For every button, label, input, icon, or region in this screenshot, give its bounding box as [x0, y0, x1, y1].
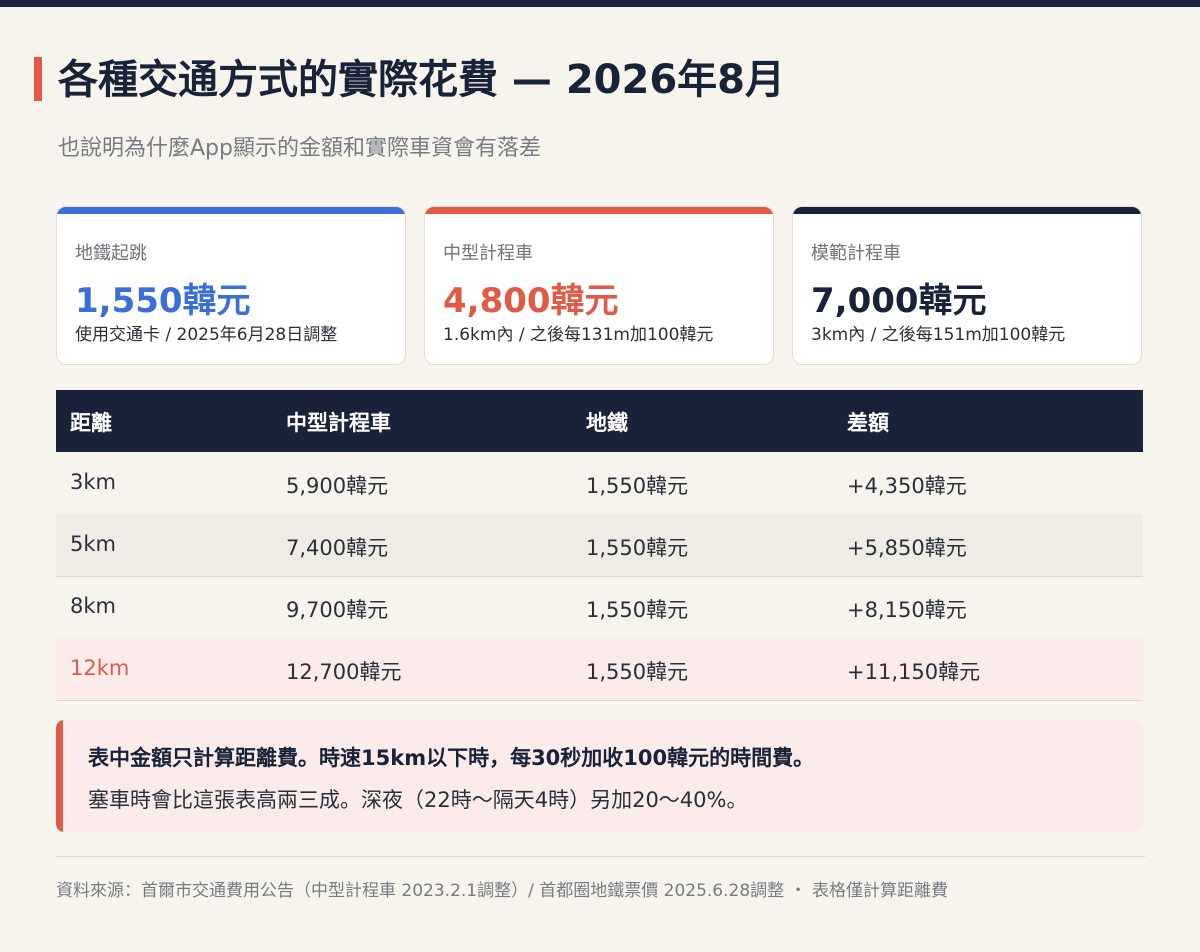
card-note: 1.6km內 / 之後每131m加100韓元: [443, 325, 714, 345]
card-deluxe-taxi: 模範計程車 7,000韓元 3km內 / 之後每151m加100韓元: [792, 206, 1142, 365]
header-subway: 地鐵: [586, 411, 628, 435]
card-accent-bar: [425, 207, 773, 214]
page-title: 各種交通方式的實際花費 — 2026年8月: [58, 57, 786, 103]
card-label: 地鐵起跳: [75, 243, 147, 264]
card-mid-taxi: 中型計程車 4,800韓元 1.6km內 / 之後每131m加100韓元: [424, 206, 774, 365]
card-accent-bar: [57, 207, 405, 214]
cell-difference: +11,150韓元: [847, 660, 981, 684]
header-mid-taxi: 中型計程車: [286, 411, 391, 435]
page-subtitle: 也說明為什麼App顯示的金額和實際車資會有落差: [58, 136, 541, 161]
card-note: 使用交通卡 / 2025年6月28日調整: [75, 325, 338, 345]
cell-mid-taxi: 9,700韓元: [286, 598, 389, 622]
note-callout: 表中金額只計算距離費。時速15km以下時，每30秒加收100韓元的時間費。 塞車…: [56, 720, 1143, 832]
cell-subway: 1,550韓元: [586, 474, 689, 498]
card-value: 4,800韓元: [443, 281, 619, 321]
card-accent-bar: [793, 207, 1141, 214]
card-subway: 地鐵起跳 1,550韓元 使用交通卡 / 2025年6月28日調整: [56, 206, 406, 365]
note-accent-bar: [56, 720, 63, 832]
header-distance: 距離: [70, 411, 112, 435]
table-header-row: 距離 中型計程車 地鐵 差額: [56, 390, 1143, 452]
cell-distance: 8km: [70, 594, 116, 618]
cell-subway: 1,550韓元: [586, 598, 689, 622]
cell-subway: 1,550韓元: [586, 536, 689, 560]
cell-distance: 5km: [70, 532, 116, 556]
table-row: 5km 7,400韓元 1,550韓元 +5,850韓元: [56, 514, 1143, 577]
top-bar: [0, 0, 1200, 7]
fare-cards: 地鐵起跳 1,550韓元 使用交通卡 / 2025年6月28日調整 中型計程車 …: [56, 206, 1144, 366]
cell-distance: 3km: [70, 470, 116, 494]
card-value: 1,550韓元: [75, 281, 251, 321]
source-footer: 資料來源：首爾市交通費用公告（中型計程車 2023.2.1調整）/ 首都圈地鐵票…: [56, 881, 948, 901]
cell-mid-taxi: 5,900韓元: [286, 474, 389, 498]
card-value: 7,000韓元: [811, 281, 987, 321]
footer-divider: [56, 856, 1145, 857]
cell-difference: +8,150韓元: [847, 598, 967, 622]
cell-mid-taxi: 7,400韓元: [286, 536, 389, 560]
note-line-2: 塞車時會比這張表高兩三成。深夜（22時～隔天4時）另加20～40%。: [88, 788, 748, 812]
table-row-highlight: 12km 12,700韓元 1,550韓元 +11,150韓元: [56, 638, 1143, 701]
cell-subway: 1,550韓元: [586, 660, 689, 684]
card-label: 模範計程車: [811, 243, 901, 264]
cell-difference: +5,850韓元: [847, 536, 967, 560]
cell-mid-taxi: 12,700韓元: [286, 660, 402, 684]
header-difference: 差額: [847, 411, 889, 435]
cell-distance: 12km: [70, 656, 130, 680]
table-row: 3km 5,900韓元 1,550韓元 +4,350韓元: [56, 452, 1143, 515]
note-line-1: 表中金額只計算距離費。時速15km以下時，每30秒加收100韓元的時間費。: [88, 746, 815, 770]
title-accent-bar: [34, 57, 42, 101]
cell-difference: +4,350韓元: [847, 474, 967, 498]
card-label: 中型計程車: [443, 243, 533, 264]
card-note: 3km內 / 之後每151m加100韓元: [811, 325, 1066, 345]
table-row: 8km 9,700韓元 1,550韓元 +8,150韓元: [56, 576, 1143, 639]
